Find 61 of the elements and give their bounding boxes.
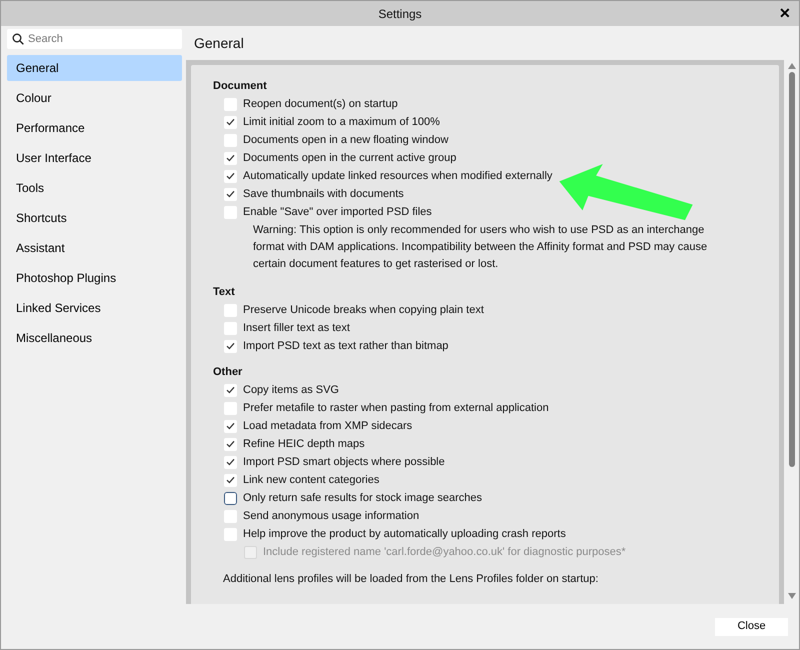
page-title: General (193, 34, 245, 52)
checkbox[interactable] (224, 438, 237, 450)
window-title: Settings (378, 6, 422, 22)
section-heading: Document (213, 79, 268, 94)
checkbox[interactable] (224, 474, 237, 486)
sidebar-item[interactable]: Tools (7, 175, 182, 201)
checkbox-label: Documents open in the current active group (243, 150, 456, 166)
sidebar-item[interactable]: Performance (7, 115, 182, 141)
checkbox[interactable] (224, 206, 237, 218)
scroll-thumb[interactable] (788, 72, 794, 467)
checkbox-label: Automatically update linked resources when modified externally (243, 168, 552, 184)
checkbox[interactable] (224, 116, 237, 128)
checkbox[interactable] (224, 304, 237, 316)
checkbox-label: Save thumbnails with documents (243, 186, 404, 202)
checkbox[interactable] (224, 384, 237, 396)
checkbox-label: Load metadata from XMP sidecars (243, 418, 412, 434)
checkbox-label: Import PSD text as text rather than bitmap (243, 338, 448, 354)
checkbox-label: Documents open in a new floating window (243, 132, 448, 148)
sidebar-item[interactable]: Shortcuts (7, 205, 182, 231)
sidebar-item[interactable]: Photoshop Plugins (7, 265, 182, 291)
close-button[interactable]: ✕ (775, 3, 795, 23)
checkbox[interactable] (224, 188, 237, 200)
checkbox[interactable] (224, 152, 237, 164)
checkbox[interactable] (224, 322, 237, 334)
checkbox-label: Refine HEIC depth maps (243, 436, 365, 452)
checkbox[interactable] (224, 402, 237, 414)
scroll-up-icon[interactable] (788, 63, 796, 69)
checkbox[interactable] (224, 510, 237, 522)
sidebar-item[interactable]: Assistant (7, 235, 182, 261)
section-heading: Other (213, 365, 244, 380)
checkbox-label: Preserve Unicode breaks when copying plain text (243, 302, 484, 318)
checkbox-label: Send anonymous usage information (243, 508, 420, 524)
checkbox-label: Help improve the product by automatically uploading crash reports (243, 526, 566, 542)
checkbox[interactable] (224, 420, 237, 432)
checkbox-label: Enable "Save" over imported PSD files (243, 204, 432, 220)
checkbox[interactable] (224, 456, 237, 468)
sidebar-item[interactable]: User Interface (7, 145, 182, 171)
sidebar-item[interactable]: Linked Services (7, 295, 182, 321)
checkbox-label: Only return safe results for stock image searches (243, 490, 482, 506)
checkbox[interactable] (224, 340, 237, 352)
checkbox-label: Limit initial zoom to a maximum of 100% (243, 114, 440, 130)
checkbox-label: Link new content categories (243, 472, 380, 488)
checkbox-label: Copy items as SVG (243, 382, 339, 398)
info-text: Additional lens profiles will be loaded from the Lens Profiles folder on startup: (222, 572, 600, 587)
checkbox[interactable] (224, 528, 237, 540)
section-heading: Text (213, 285, 236, 300)
sidebar-item[interactable]: Miscellaneous (7, 325, 182, 351)
scroll-down-icon[interactable] (788, 593, 796, 599)
checkbox[interactable] (224, 170, 237, 182)
warning-text: Warning: This option is only recommended for users who wish to use PSD as an interchange format with DAM applications. Incompatibility between the Affinity format and PSD may cause certain document features to get rasterised or lost. (252, 223, 708, 272)
sidebar-item[interactable]: Colour (7, 85, 182, 111)
checkbox-label: Import PSD smart objects where possible (243, 454, 445, 470)
checkbox-label: Include registered name 'carl.forde@yahoo.co.uk' for diagnostic purposes* (263, 544, 626, 560)
checkbox[interactable] (224, 98, 237, 110)
sidebar-item[interactable]: General (7, 55, 182, 81)
checkbox-label: Insert filler text as text (243, 320, 350, 336)
checkbox-label: Reopen document(s) on startup (243, 96, 398, 112)
checkbox[interactable] (224, 134, 237, 146)
close-button[interactable]: Close (715, 618, 788, 636)
checkbox-label: Prefer metafile to raster when pasting from external application (243, 400, 549, 416)
search-field[interactable]: Search (7, 29, 182, 49)
